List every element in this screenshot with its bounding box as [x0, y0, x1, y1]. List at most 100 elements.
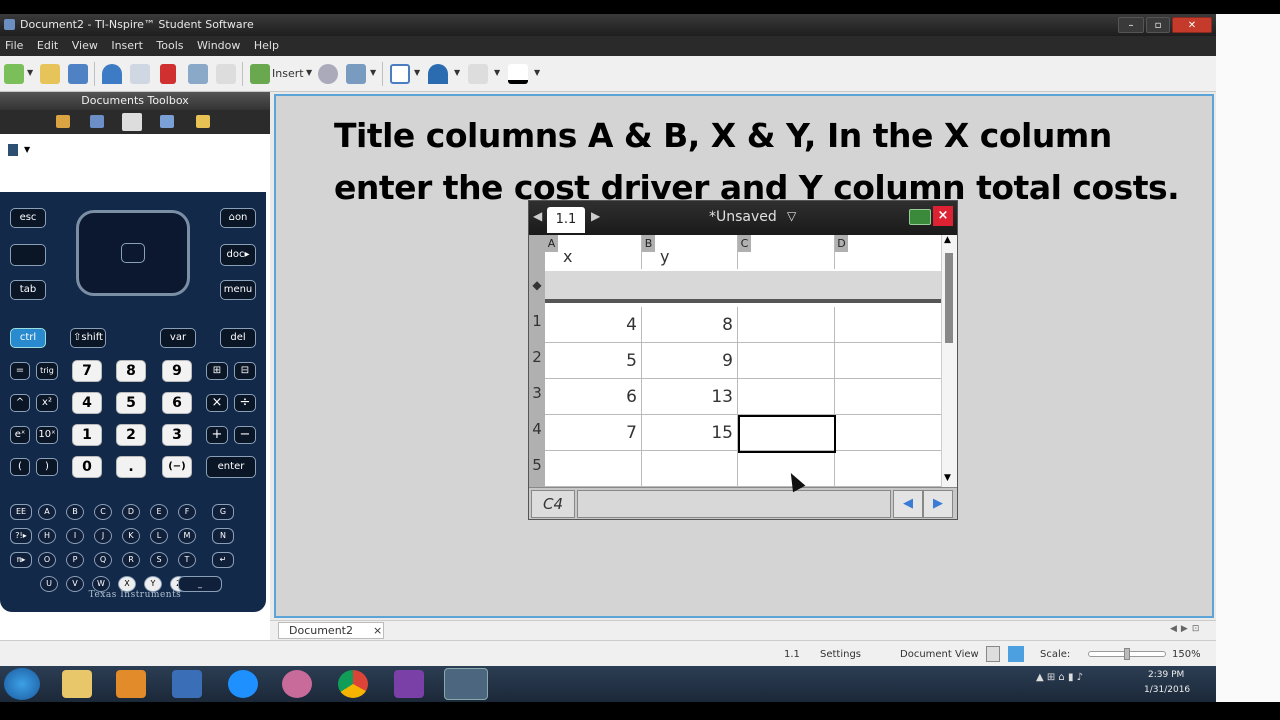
alpha-key[interactable]: R — [122, 552, 140, 568]
menu-insert[interactable]: Insert — [106, 36, 148, 52]
key-template[interactable]: ⊞ — [206, 362, 228, 380]
text-color-dropdown-icon[interactable]: ▼ — [534, 68, 540, 77]
cell-a5[interactable] — [545, 451, 642, 487]
alpha-key[interactable]: D — [122, 504, 140, 520]
insert-icon[interactable] — [250, 64, 270, 84]
internet-explorer-icon[interactable] — [228, 670, 258, 698]
open-folder-icon[interactable] — [40, 64, 60, 84]
scroll-thumb[interactable] — [945, 253, 953, 343]
key-divide[interactable]: ÷ — [234, 394, 256, 412]
key-0[interactable]: 0 — [72, 456, 102, 478]
key-7[interactable]: 7 — [72, 360, 102, 382]
chrome-icon[interactable] — [338, 670, 368, 698]
menu-window[interactable]: Window — [192, 36, 245, 52]
cell-a4[interactable]: 7 — [545, 415, 642, 451]
alpha-key[interactable]: ?!▸ — [10, 528, 32, 544]
formula-row[interactable] — [545, 271, 941, 303]
key-shift[interactable]: ⇧shift — [70, 328, 106, 348]
key-ctrl[interactable]: ctrl — [10, 328, 46, 348]
key-trig[interactable]: trig — [36, 362, 58, 380]
file-explorer-icon[interactable] — [62, 670, 92, 698]
alpha-key[interactable]: P — [66, 552, 84, 568]
cell-d4[interactable] — [835, 415, 941, 451]
key-del[interactable]: del — [220, 328, 256, 348]
minimize-button[interactable]: – — [1118, 17, 1144, 33]
page-sorter-tab-icon[interactable] — [90, 115, 104, 128]
new-document-icon[interactable] — [4, 64, 24, 84]
snipping-tool-icon[interactable] — [282, 670, 312, 698]
key-2[interactable]: 2 — [116, 424, 146, 446]
key-6[interactable]: 6 — [162, 392, 192, 414]
cut-icon[interactable] — [160, 64, 176, 84]
alpha-key[interactable]: C — [94, 504, 112, 520]
alpha-key[interactable]: K — [122, 528, 140, 544]
paste-icon[interactable] — [216, 64, 236, 84]
column-header-a[interactable]: A x — [545, 235, 642, 269]
insert-dropdown-icon[interactable]: ▼ — [306, 68, 312, 77]
column-header-b[interactable]: B y — [642, 235, 738, 269]
alpha-key[interactable]: π▸ — [10, 552, 32, 568]
cell-a1[interactable]: 4 — [545, 307, 642, 343]
handheld-select-icon[interactable] — [8, 144, 18, 156]
handheld-close-button[interactable]: × — [933, 206, 953, 226]
page-layout-icon[interactable] — [390, 64, 410, 84]
paint-icon[interactable] — [172, 670, 202, 698]
key-8[interactable]: 8 — [116, 360, 146, 382]
key-menu[interactable]: menu — [220, 280, 256, 300]
cell-b5[interactable] — [642, 451, 738, 487]
handheld-dropdown-icon[interactable]: ▼ — [24, 145, 30, 154]
cell-a2[interactable]: 5 — [545, 343, 642, 379]
vertical-scrollbar[interactable]: ▲ ▼ — [941, 235, 957, 487]
entry-line-input[interactable] — [577, 490, 891, 518]
save-icon[interactable] — [68, 64, 88, 84]
document-tab[interactable]: Document2 × — [278, 622, 384, 639]
onenote-icon[interactable] — [394, 670, 424, 698]
fill-color-icon[interactable] — [428, 64, 448, 84]
tab-scroll-icons[interactable]: ◀▶⊡ — [1170, 624, 1203, 634]
corner-cell[interactable] — [529, 235, 545, 269]
fill-dropdown-icon[interactable]: ▼ — [454, 68, 460, 77]
row-header[interactable]: 2 — [529, 343, 545, 379]
key-left-paren[interactable]: ( — [10, 458, 30, 476]
key-right-paren[interactable]: ) — [36, 458, 58, 476]
prev-page-icon[interactable]: ◀ — [533, 209, 542, 223]
cell-b3[interactable]: 13 — [642, 379, 738, 415]
undo-icon[interactable] — [102, 64, 122, 84]
graph-icon[interactable] — [318, 64, 338, 84]
ti-nspire-taskbar-icon[interactable] — [444, 668, 488, 700]
system-tray-icons[interactable]: ▲ ⊞ ⌂ ▮ ♪ — [1036, 672, 1083, 683]
key-1[interactable]: 1 — [72, 424, 102, 446]
cell-b4[interactable]: 15 — [642, 415, 738, 451]
scroll-down-icon[interactable]: ▼ — [944, 473, 951, 483]
cell-c3[interactable] — [738, 379, 835, 415]
row-header[interactable]: 3 — [529, 379, 545, 415]
line-dropdown-icon[interactable]: ▼ — [494, 68, 500, 77]
start-button-icon[interactable] — [4, 668, 40, 700]
key-catalog[interactable]: ⊟ — [234, 362, 256, 380]
insert-label[interactable]: Insert — [272, 67, 304, 80]
key-on[interactable]: ⌂on — [220, 208, 256, 228]
alpha-key[interactable]: N — [212, 528, 234, 544]
key-doc[interactable]: doc▸ — [220, 244, 256, 266]
key-3[interactable]: 3 — [162, 424, 192, 446]
alpha-key[interactable]: Q — [94, 552, 112, 568]
alpha-key[interactable]: H — [38, 528, 56, 544]
clock-date[interactable]: 1/31/2016 — [1144, 685, 1190, 695]
line-color-icon[interactable] — [468, 64, 488, 84]
key-4[interactable]: 4 — [72, 392, 102, 414]
alpha-key[interactable]: B — [66, 504, 84, 520]
alpha-key[interactable]: I — [66, 528, 84, 544]
nav-left-icon[interactable]: ◀ — [893, 490, 923, 518]
scroll-up-icon[interactable]: ▲ — [944, 235, 951, 245]
menu-help[interactable]: Help — [249, 36, 284, 52]
cell-c1[interactable] — [738, 307, 835, 343]
column-header-c[interactable]: C — [738, 235, 835, 269]
key-ten-power[interactable]: 10ˣ — [36, 426, 58, 444]
media-player-icon[interactable] — [116, 670, 146, 698]
menu-view[interactable]: View — [67, 36, 103, 52]
alpha-key[interactable]: S — [150, 552, 168, 568]
key-square[interactable]: x² — [36, 394, 58, 412]
cell-d1[interactable] — [835, 307, 941, 343]
text-color-icon[interactable] — [508, 64, 528, 84]
calculator-tab-icon[interactable] — [122, 113, 142, 131]
